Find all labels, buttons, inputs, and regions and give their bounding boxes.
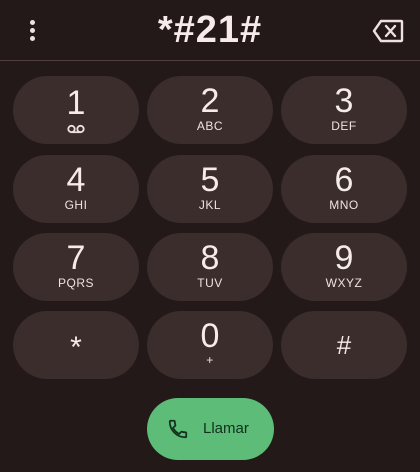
key-letters: TUV [197, 276, 223, 290]
key-8[interactable]: 8 TUV [147, 233, 273, 301]
phone-icon [168, 419, 188, 439]
dialer-screen: *#21# 1 2 ABC 3 DEF 4 GHI 5 JKL 6 MNO 7 … [0, 0, 420, 472]
call-button[interactable]: Llamar [147, 398, 274, 460]
key-letters: PQRS [57, 276, 94, 290]
key-digit: 0 [200, 317, 220, 355]
key-digit: 4 [66, 161, 86, 199]
call-button-label: Llamar [203, 420, 249, 437]
key-letters: GHI [64, 198, 88, 212]
key-letters: + [206, 353, 214, 367]
key-digit: # [336, 330, 352, 360]
key-digit: 3 [334, 82, 354, 120]
key-digit: 6 [334, 161, 354, 199]
key-letters: DEF [331, 119, 357, 133]
key-3[interactable]: 3 DEF [281, 76, 407, 144]
key-digit: 8 [200, 239, 220, 277]
key-2[interactable]: 2 ABC [147, 76, 273, 144]
voicemail-icon [67, 124, 85, 134]
key-9[interactable]: 9 WXYZ [281, 233, 407, 301]
key-6[interactable]: 6 MNO [281, 155, 407, 223]
key-digit: 7 [66, 239, 86, 277]
key-digit: 9 [334, 239, 354, 277]
key-digit: * [70, 331, 82, 364]
backspace-icon[interactable] [372, 18, 404, 44]
more-options-button[interactable] [18, 12, 46, 48]
key-letters: MNO [329, 198, 359, 212]
key-star[interactable]: * [13, 311, 139, 379]
key-7[interactable]: 7 PQRS [13, 233, 139, 301]
key-digit: 1 [66, 84, 86, 122]
key-0[interactable]: 0 + [147, 311, 273, 379]
key-digit: 2 [200, 82, 220, 120]
key-hash[interactable]: # [281, 311, 407, 379]
key-letters: WXYZ [325, 276, 363, 290]
key-digit: 5 [200, 161, 220, 199]
key-5[interactable]: 5 JKL [147, 155, 273, 223]
more-vert-icon [29, 19, 35, 25]
dialer-header: *#21# [0, 0, 420, 61]
key-letters: ABC [196, 119, 224, 133]
key-4[interactable]: 4 GHI [13, 155, 139, 223]
dialed-number-field[interactable]: *#21# [60, 2, 360, 58]
key-letters: JKL [198, 198, 222, 212]
key-1[interactable]: 1 [13, 76, 139, 144]
